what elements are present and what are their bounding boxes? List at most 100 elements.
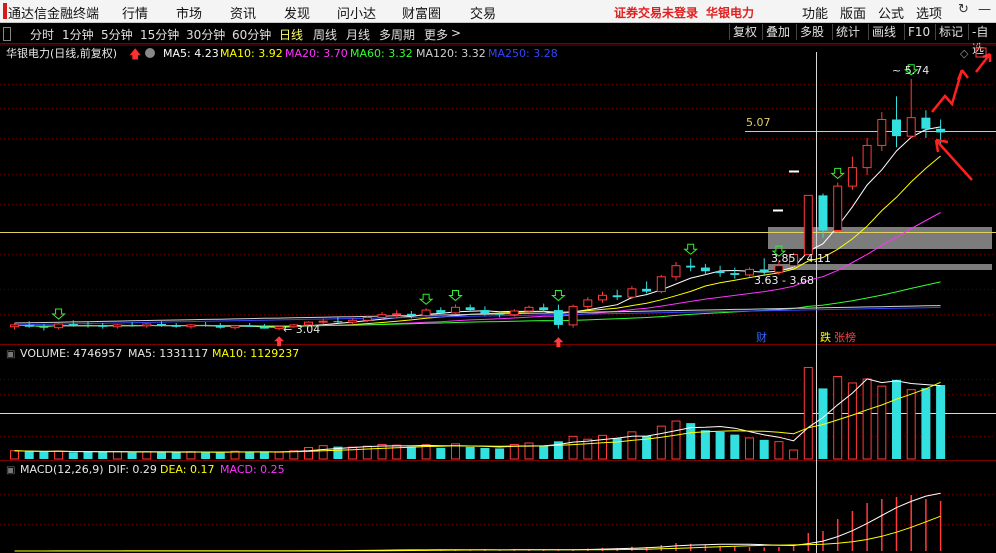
volume-bar: [671, 420, 681, 460]
menu-item-xuanxiang[interactable]: 选项: [916, 3, 942, 22]
signal-arrows: [51, 64, 919, 348]
candle-body: [818, 195, 828, 231]
candle-body: [642, 288, 652, 292]
zone-lower-label: 3.63 - 3.68: [754, 274, 814, 287]
resistance-zone: [768, 227, 992, 249]
login-status[interactable]: 证券交易未登录: [614, 4, 698, 21]
menu-item-shichang[interactable]: 市场: [176, 3, 202, 22]
macd-dif-label: DIF: 0.29: [108, 463, 157, 476]
signal-down-arrow: [551, 290, 566, 302]
volume-bar: [215, 452, 225, 459]
refresh-icon[interactable]: ↻: [958, 2, 969, 17]
menu-item-zixun[interactable]: 资讯: [230, 3, 256, 22]
candle-body: [892, 119, 901, 137]
candle-body: [598, 294, 607, 301]
candle-body: [686, 265, 696, 268]
tab-weekly[interactable]: 周线: [313, 26, 337, 43]
annotation-arrow-up: [931, 69, 969, 113]
macd-collapse-icon[interactable]: ▣: [6, 465, 15, 476]
volume-bar: [98, 451, 108, 459]
candle-body: [377, 314, 387, 318]
candle-body: [186, 324, 196, 328]
ma120-label: MA120: 3.32: [416, 47, 486, 60]
minimize-icon[interactable]: —: [978, 2, 991, 17]
tab-30min[interactable]: 30分钟: [186, 26, 225, 43]
tab-more[interactable]: 更多: [424, 26, 448, 43]
volume-bar: [480, 447, 490, 459]
volume-bar: [759, 439, 769, 459]
tab-daily[interactable]: 日线: [279, 26, 303, 43]
volume-bar: [524, 442, 534, 460]
candle-body: [245, 325, 255, 327]
tongji-button[interactable]: 统计: [832, 24, 863, 40]
menu-item-banmian[interactable]: 版面: [840, 3, 866, 22]
huaxian-button[interactable]: 画线: [868, 24, 899, 40]
period-toolbar: 分时 1分钟 5分钟 15分钟 30分钟 60分钟 日线 周线 月线 多周期 更…: [0, 23, 996, 56]
menu-item-wenxiaoda[interactable]: 问小达: [337, 3, 376, 22]
macd-series: [14, 492, 942, 552]
volume-bar: [68, 452, 78, 459]
ma10-label: MA10: 3.92: [220, 47, 283, 60]
macd-dea-label: DEA: 0.17: [160, 463, 214, 476]
tab-multi-period[interactable]: 多周期: [379, 26, 415, 43]
menu-item-jiaoyi[interactable]: 交易: [470, 3, 496, 22]
menu-item-hangqing[interactable]: 行情: [122, 3, 148, 22]
volume-bar: [112, 451, 122, 460]
kline-chart[interactable]: 华银电力(日线,前复权) 🡅 MA5: 4.23 MA10: 3.92 MA20…: [0, 44, 996, 553]
tab-15min[interactable]: 15分钟: [140, 26, 179, 43]
tab-fenshi[interactable]: 分时: [30, 26, 54, 43]
tab-5min[interactable]: 5分钟: [101, 26, 133, 43]
volume-bar: [186, 451, 196, 460]
candle-body: [98, 325, 108, 327]
candle-body: [656, 276, 666, 293]
candle-body: [362, 316, 372, 321]
finance-tag[interactable]: 财: [756, 330, 767, 344]
fuquan-button[interactable]: 复权: [729, 24, 760, 40]
tab-1min[interactable]: 1分钟: [62, 26, 94, 43]
menu-item-gongshi[interactable]: 公式: [878, 3, 904, 22]
volume-bar: [406, 446, 416, 459]
zhangbang-tag[interactable]: 张榜: [834, 330, 856, 344]
volume-bar: [304, 446, 313, 460]
volume-bar: [774, 441, 784, 460]
candle-body: [54, 323, 64, 329]
volume-bar: [833, 376, 843, 460]
more-arrow-icon[interactable]: >: [451, 26, 461, 40]
candle-body: [612, 295, 622, 298]
biaoji-button[interactable]: 标记: [935, 24, 966, 40]
f10-button[interactable]: F10: [904, 24, 933, 40]
menu-item-faxian[interactable]: 发现: [284, 3, 310, 22]
panel-toggle-icon[interactable]: [3, 27, 11, 41]
tab-60min[interactable]: 60分钟: [232, 26, 271, 43]
candle-body: [24, 324, 34, 327]
candle-body: [759, 269, 769, 273]
candle-body: [10, 324, 19, 328]
candle-body: [700, 267, 710, 272]
candle-body: [495, 313, 505, 315]
candle-body: [83, 324, 93, 326]
candle-body: [906, 117, 916, 137]
dropdown-circle-icon[interactable]: [145, 48, 155, 58]
candle-body: [847, 167, 857, 187]
volume-ma-lines: [14, 378, 941, 453]
candle-body: [39, 326, 49, 328]
candle-body: [509, 310, 519, 316]
annotation-arrow-down: [934, 138, 973, 181]
volume-bar: [921, 388, 931, 459]
diejia-button[interactable]: 叠加: [762, 24, 793, 40]
candle-body: [333, 321, 343, 323]
volume-bar: [539, 445, 549, 459]
candle-body: [524, 306, 534, 312]
die-tag[interactable]: 跌: [820, 330, 831, 344]
diamond-icon[interactable]: ◇: [960, 47, 969, 60]
volume-bar: [656, 425, 666, 460]
low-label: ← 3.04: [283, 323, 320, 336]
tab-monthly[interactable]: 月线: [346, 26, 370, 43]
duogu-button[interactable]: 多股: [796, 24, 827, 40]
stock-title: 华银电力(日线,前复权): [6, 46, 117, 60]
zixuan-button[interactable]: -自选: [968, 24, 996, 56]
volume-collapse-icon[interactable]: ▣: [6, 349, 15, 360]
signal-down-arrow: [683, 243, 699, 255]
menu-item-gongneng[interactable]: 功能: [802, 3, 828, 22]
menu-item-caifuquan[interactable]: 财富圈: [402, 3, 441, 22]
